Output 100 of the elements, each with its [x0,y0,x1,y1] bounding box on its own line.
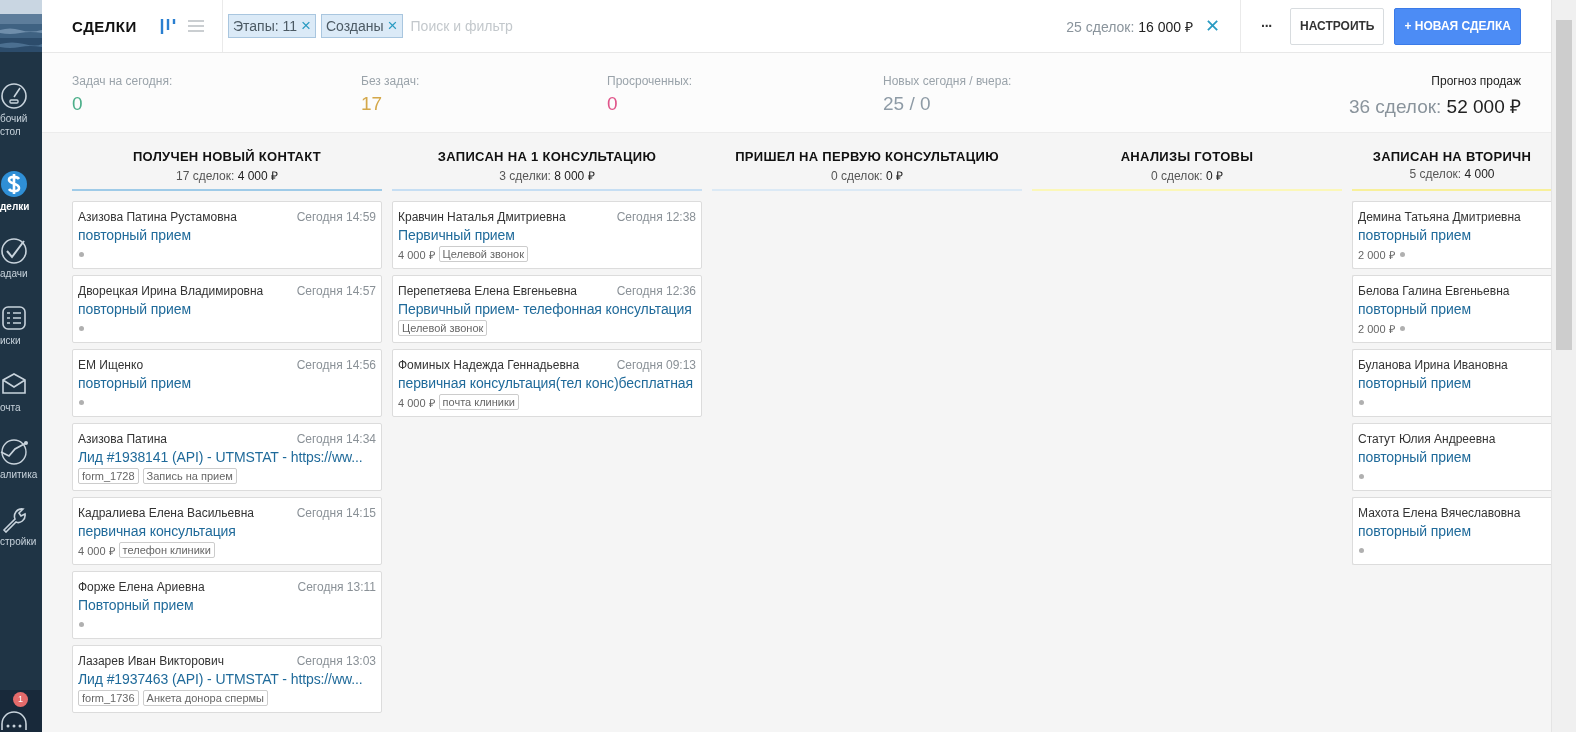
deal-title[interactable]: Первичный прием [398,225,696,245]
contact-name: Фоминых Надежда Геннадьевна [398,357,580,373]
contact-name: Азизова Патина Рустамовна [78,209,237,225]
column-total: 0 сделок: 0 ₽ [1150,168,1224,184]
deal-title[interactable]: первичная консультация(тел конс)бесплатная [398,373,696,393]
contact-name: Статут Юлия Андреевна [1358,431,1496,447]
deal-price: 2 000 ₽ [1358,321,1395,336]
deal-title[interactable]: повторный прием [1358,373,1551,393]
deal-card[interactable]: ЕМ Ищенко Сегодня 14:56 повторный прием [72,349,382,417]
contact-name: Перепетяева Елена Евгеньевна [398,283,578,299]
notification-badge: 1 [13,692,28,707]
contact-name: Азизова Патина [78,431,168,447]
contact-name: Демина Татьяна Дмитриевна [1358,209,1521,225]
deal-time: Сегодня 09:13 [616,357,696,373]
gauge-icon [0,82,28,110]
forecast-label: Прогноз продаж [1430,74,1521,88]
column-total: 0 сделок: 0 ₽ [830,168,904,184]
deal-card[interactable]: Кадралиева Елена Васильевна Сегодня 14:15 первичная консультация 4 000 ₽ телефон клиники [72,497,382,565]
deal-price: 4 000 ₽ [398,395,435,410]
deal-title[interactable]: повторный прием [1358,299,1551,319]
deal-tag: form_1736 [78,690,139,706]
nav-item[interactable]: иски [0,282,42,349]
deal-card[interactable]: Лазарев Иван Викторович Сегодня 13:03 Лид #1937463 (API) - UTMSTAT - https://ww... form_1736 Анкета донора спермы [72,645,382,713]
settings-button[interactable]: НАСТРОИТЬ [1290,7,1385,45]
deal-time: Сегодня 12:38 [616,209,696,225]
deal-card[interactable]: Азизова Патина Рустамовна Сегодня 14:59 повторный прием [72,201,382,269]
deal-price: 4 000 ₽ [398,247,435,262]
deal-card[interactable]: Перепетяева Елена Евгеньевна Сегодня 12:36 Первичный прием- телефонная консультация Целевой звонок [392,275,702,343]
contact-name: Белова Галина Евгеньевна [1358,283,1510,299]
deal-title[interactable]: первичная консультация [78,521,376,541]
nav-item[interactable]: алитика [0,416,42,483]
deal-tag: Запись на прием [142,468,237,484]
contact-name: Лазарев Иван Викторович [78,653,224,669]
stat-value: 0 [607,93,619,115]
contact-name: Кадралиева Елена Васильевна [78,505,254,521]
contact-name: Махота Елена Вячеславовна [1358,505,1521,521]
deal-title[interactable]: Повторный прием [78,595,376,615]
forecast-value: 36 сделок: 52 000 ₽ [1348,95,1521,119]
deal-title[interactable]: повторный прием [1358,447,1551,467]
deal-card[interactable]: Демина Татьяна Дмитриевна повторный прием 2 000 ₽ [1352,201,1551,269]
nav-item[interactable]: бочий стол [0,52,42,148]
pipeline-view-icon[interactable] [160,17,176,35]
list-icon [0,304,28,332]
column-total: 3 сделки: 8 000 ₽ [498,168,596,184]
deal-time: Сегодня 14:59 [296,209,376,225]
deal-card[interactable]: Дворецкая Ирина Владимировна Сегодня 14:57 повторный прием [72,275,382,343]
deal-title[interactable]: повторный прием [78,373,376,393]
deal-time: Сегодня 13:03 [296,653,376,669]
deal-tag: почта клиники [438,394,519,410]
contact-name: ЕМ Ищенко [78,357,144,373]
deal-card[interactable]: Форже Елена Ариевна Сегодня 13:11 Повторный прием [72,571,382,639]
more-button[interactable]: ··· [1261,18,1272,34]
deal-card[interactable]: Белова Галина Евгеньевна повторный прием 2 000 ₽ [1352,275,1551,343]
stat-value: 0 [72,93,84,115]
contact-name: Кравчин Наталья Дмитриевна [398,209,566,225]
deal-card[interactable]: Фоминых Надежда Геннадьевна Сегодня 09:13 первичная консультация(тел конс)бесплатная 4 000 ₽ почта клиники [392,349,702,417]
wrench-icon [0,505,28,533]
deal-title[interactable]: Лид #1938141 (API) - UTMSTAT - https://ww... [78,447,376,467]
page-title: СДЕЛКИ [72,17,138,35]
deal-title[interactable]: повторный прием [78,225,376,245]
deal-card[interactable]: Статут Юлия Андреевна повторный прием [1352,423,1551,491]
deal-tag: form_1728 [78,468,139,484]
deal-tag: Целевой звонок [438,246,528,262]
stat-label: Без задач: [361,74,421,88]
nav-item[interactable]: делки [0,148,42,215]
stat-label: Просроченных: [607,74,694,88]
check-icon [0,237,28,265]
deal-card[interactable]: Буланова Ирина Ивановна повторный прием [1352,349,1551,417]
contact-name: Буланова Ирина Ивановна [1358,357,1508,373]
filter-chip[interactable]: Созданы × [321,14,403,38]
scrollbar[interactable] [1556,20,1572,350]
dollar-icon [0,170,28,198]
nav-item[interactable]: очта [0,349,42,416]
deal-card[interactable]: Махота Елена Вячеславовна повторный прием [1352,497,1551,565]
deal-title[interactable]: Лид #1937463 (API) - UTMSTAT - https://ww... [78,669,376,689]
deal-tag: Анкета донора спермы [142,690,268,706]
deal-title[interactable]: Первичный прием- телефонная консультация [398,299,696,319]
deal-price: 4 000 ₽ [78,543,115,558]
deal-time: Сегодня 14:57 [296,283,376,299]
deal-title[interactable]: повторный прием [1358,225,1551,245]
nav-item[interactable]: стройки [0,483,42,550]
deal-card[interactable]: Кравчин Наталья Дмитриевна Сегодня 12:38 Первичный прием 4 000 ₽ Целевой звонок [392,201,702,269]
nav-item[interactable]: адачи [0,215,42,282]
contact-name: Дворецкая Ирина Владимировна [78,283,264,299]
filter-chip[interactable]: Этапы: 11 × [228,14,316,38]
column-title: ПРИШЕЛ НА ПЕРВУЮ КОНСУЛЬТАЦИЮ [734,149,1000,164]
contact-name: Форже Елена Ариевна [78,579,205,595]
deal-time: Сегодня 12:36 [616,283,696,299]
column-title: ЗАПИСАН НА ВТОРИЧН [1371,149,1533,164]
deal-title[interactable]: повторный прием [1358,521,1551,541]
chart-icon [0,438,28,466]
deal-time: Сегодня 14:15 [296,505,376,521]
column-title: ЗАПИСАН НА 1 КОНСУЛЬТАЦИЮ [436,149,658,164]
deal-title[interactable]: повторный прием [78,299,376,319]
column-total: 5 сделок: 4 000 [1408,167,1496,181]
deal-time: Сегодня 14:34 [296,431,376,447]
deal-tag: Целевой звонок [398,320,488,336]
column-title: АНАЛИЗЫ ГОТОВЫ [1119,149,1255,164]
deal-card[interactable]: Азизова Патина Сегодня 14:34 Лид #1938141 (API) - UTMSTAT - https://ww... form_1728 Запись на прием [72,423,382,491]
deal-time: Сегодня 14:56 [296,357,376,373]
